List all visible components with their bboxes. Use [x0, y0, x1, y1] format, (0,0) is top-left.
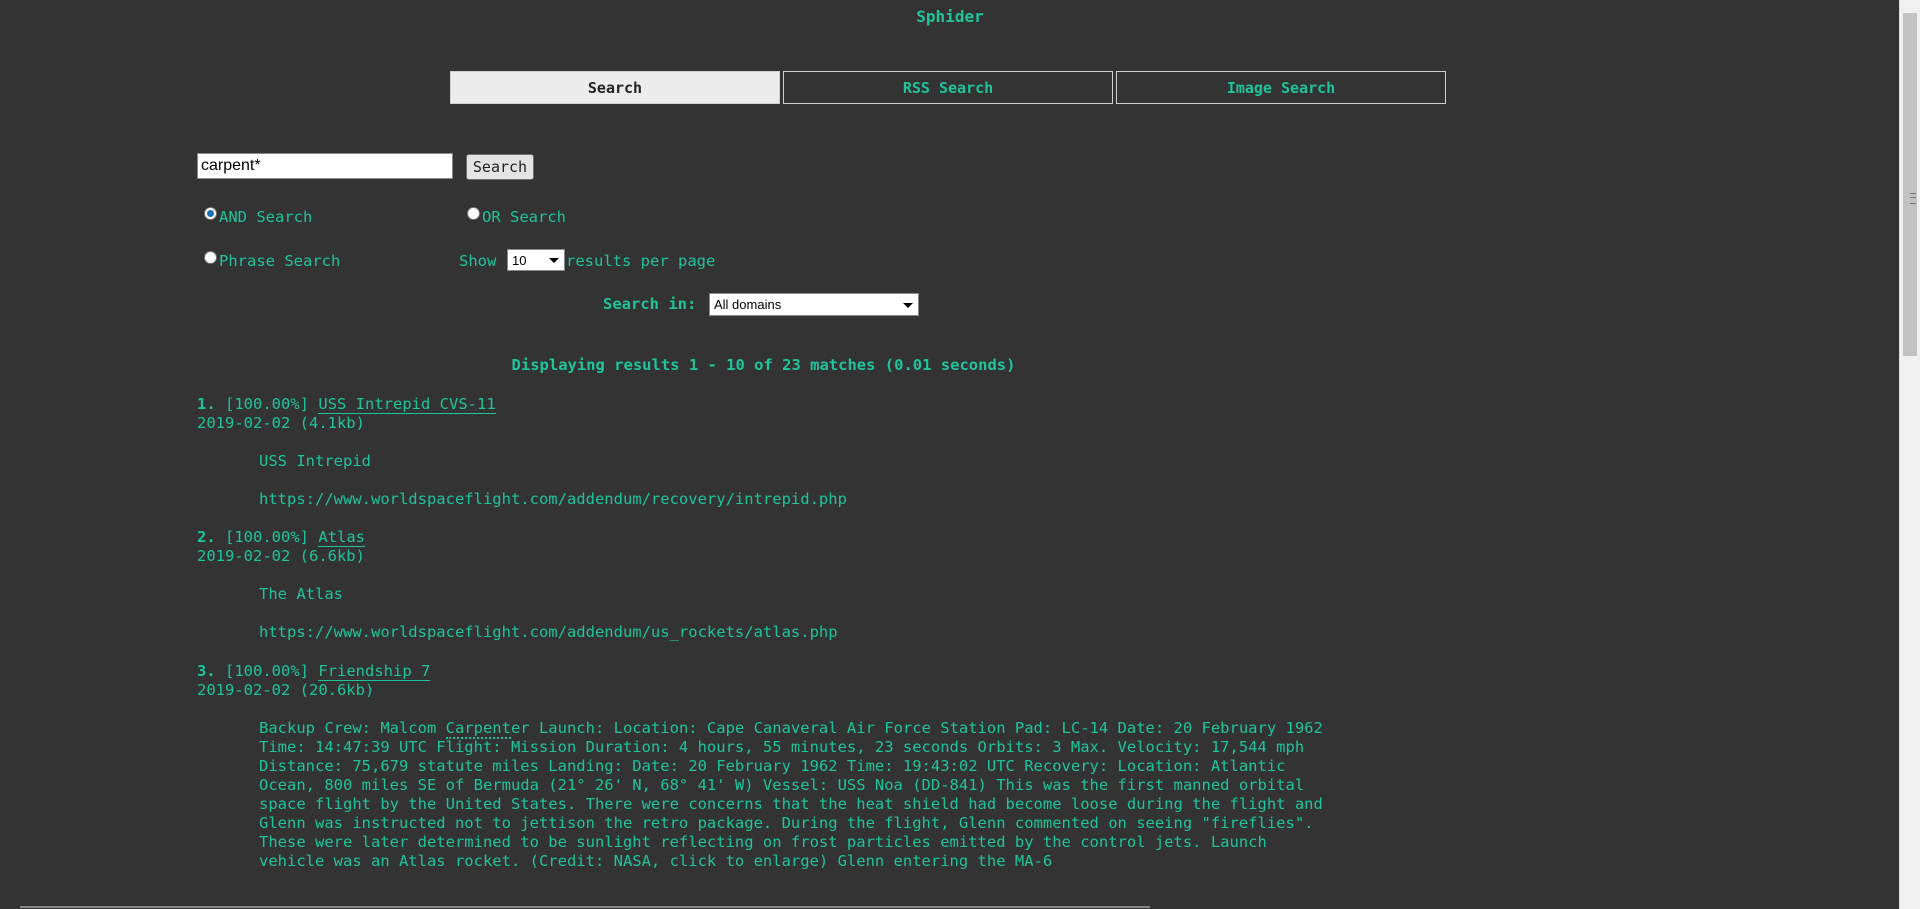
- result-meta: 2019-02-02 (20.6kb): [197, 681, 375, 699]
- phrase-search-radio[interactable]: [204, 251, 217, 264]
- search-tabs: Search RSS Search Image Search: [450, 71, 1449, 104]
- grip-icon: [1910, 193, 1916, 204]
- page: Sphider Search RSS Search Image Search S…: [0, 0, 1900, 909]
- phrase-search-option[interactable]: Phrase Search: [204, 251, 340, 270]
- snippet-text: er Launch: Location: Cape Canaveral Air …: [259, 719, 1323, 870]
- result-snippet: Backup Crew: Malcom Carpenter Launch: Lo…: [259, 719, 1329, 871]
- result-meta: 2019-02-02 (6.6kb): [197, 547, 365, 565]
- search-result: 2. [100.00%] Atlas 2019-02-02 (6.6kb) Th…: [197, 528, 1329, 642]
- search-button[interactable]: Search: [466, 154, 534, 180]
- tab-search[interactable]: Search: [450, 71, 780, 104]
- domain-select-value: All domains: [714, 297, 782, 312]
- vertical-scrollbar[interactable]: [1899, 0, 1920, 909]
- or-search-radio[interactable]: [467, 207, 480, 220]
- chevron-down-icon: [903, 302, 913, 308]
- result-title-link[interactable]: USS Intrepid CVS-11: [318, 395, 496, 414]
- scrollbar-thumb[interactable]: [1903, 13, 1917, 356]
- result-snippet: USS Intrepid: [259, 452, 371, 470]
- result-number: 3.: [197, 662, 216, 680]
- site-title: Sphider: [916, 7, 984, 26]
- search-in-label: Search in:: [603, 295, 697, 313]
- results-summary: Displaying results 1 - 10 of 23 matches …: [511, 356, 1016, 374]
- tab-image-search[interactable]: Image Search: [1116, 71, 1446, 104]
- result-heading: 2. [100.00%] Atlas: [197, 528, 1329, 547]
- result-number: 2.: [197, 528, 216, 546]
- or-search-option[interactable]: OR Search: [467, 207, 566, 226]
- result-snippet: The Atlas: [259, 585, 343, 603]
- chevron-down-icon: [549, 258, 559, 263]
- result-score: [100.00%]: [225, 662, 310, 680]
- result-title-link[interactable]: Friendship 7: [318, 662, 431, 681]
- or-search-label: OR Search: [482, 208, 566, 226]
- search-result: 1. [100.00%] USS Intrepid CVS-11 2019-02…: [197, 395, 1329, 509]
- result-meta: 2019-02-02 (4.1kb): [197, 414, 365, 432]
- result-title-link[interactable]: Atlas: [318, 528, 366, 547]
- phrase-search-label: Phrase Search: [219, 252, 341, 270]
- and-search-option[interactable]: AND Search: [204, 207, 312, 226]
- result-url: https://www.worldspaceflight.com/addendu…: [259, 623, 838, 641]
- tab-rss-search[interactable]: RSS Search: [783, 71, 1113, 104]
- snippet-text: Backup Crew: Malcom: [259, 719, 446, 737]
- result-score: [100.00%]: [225, 528, 310, 546]
- result-heading: 3. [100.00%] Friendship 7: [197, 662, 1329, 681]
- domain-select[interactable]: All domains: [709, 293, 919, 316]
- search-term-highlight: Carpent: [445, 719, 511, 739]
- result-heading: 1. [100.00%] USS Intrepid CVS-11: [197, 395, 1329, 414]
- results-per-page-select[interactable]: 10: [507, 249, 565, 271]
- result-score: [100.00%]: [225, 395, 310, 413]
- search-result: 3. [100.00%] Friendship 7 2019-02-02 (20…: [197, 662, 1329, 871]
- results-per-page-value: 10: [512, 252, 527, 268]
- result-url: https://www.worldspaceflight.com/addendu…: [259, 490, 847, 508]
- show-label: Show: [459, 252, 497, 270]
- and-search-label: AND Search: [219, 208, 313, 226]
- horizontal-scrollbar[interactable]: [20, 906, 1150, 908]
- results-per-page-label: results per page: [566, 252, 716, 270]
- result-number: 1.: [197, 395, 216, 413]
- and-search-radio[interactable]: [204, 207, 217, 220]
- search-input[interactable]: [197, 153, 453, 179]
